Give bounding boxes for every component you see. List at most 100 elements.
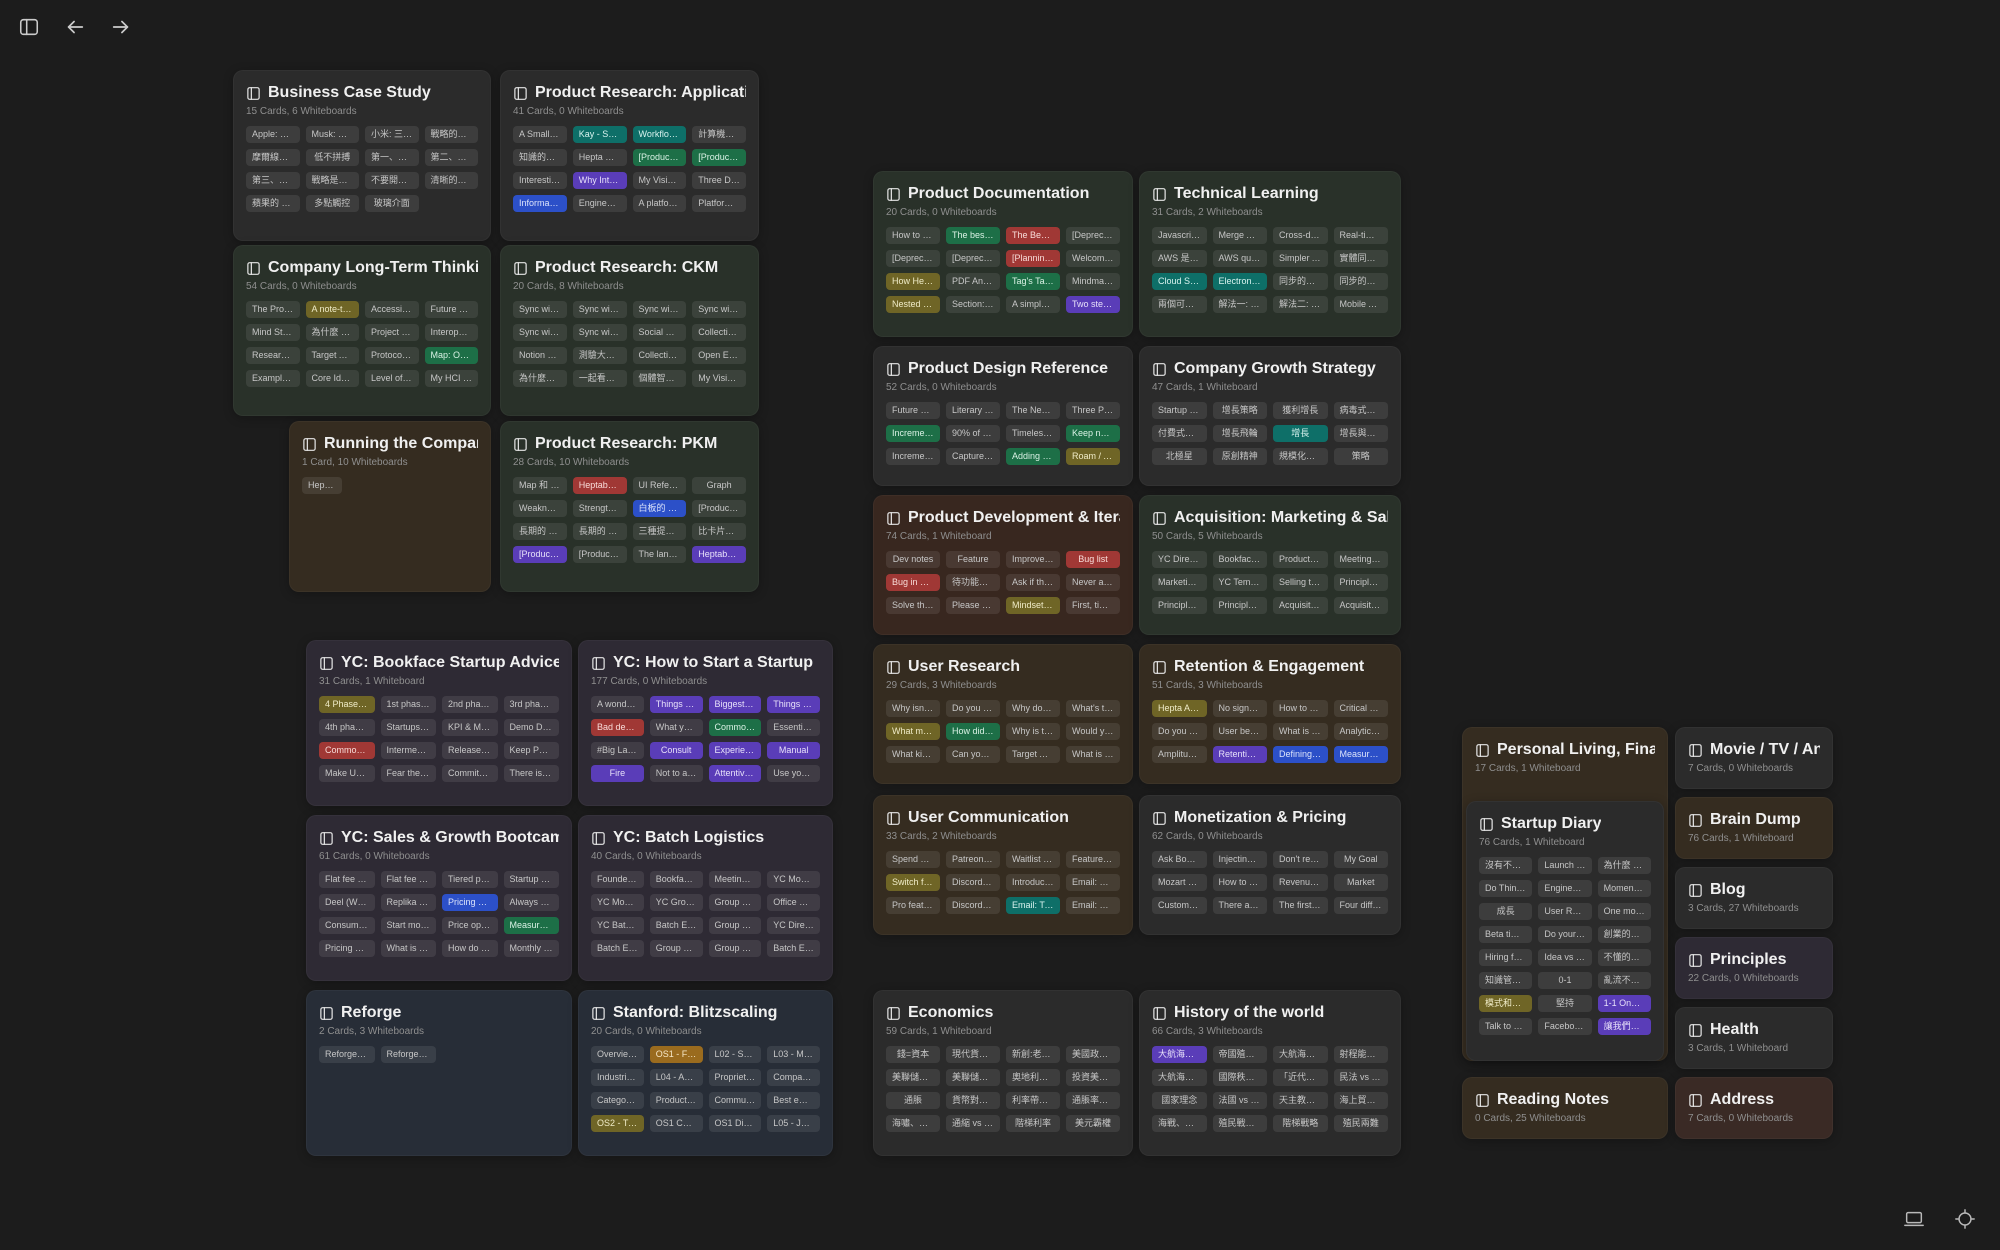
card-chip[interactable]: 知識的本質 — [513, 149, 567, 166]
card-chip[interactable]: 美國政府的... — [1066, 1046, 1120, 1063]
card-chip[interactable]: Idea vs Exe... — [1538, 949, 1591, 966]
card-chip[interactable]: 清晰的戰略 — [425, 172, 479, 189]
card-chip[interactable]: Group Offic... — [709, 894, 762, 911]
card-chip[interactable]: Common Ba... — [709, 719, 762, 736]
card-chip[interactable]: Spend Time... — [886, 851, 940, 868]
card-chip[interactable]: Would you ... — [1066, 723, 1120, 740]
card-chip[interactable]: 蘋果的 Hom... — [246, 195, 300, 212]
card-chip[interactable]: 低不拼搏 — [306, 149, 360, 166]
card-chip[interactable]: Sync with 長... — [633, 301, 687, 318]
card-chip[interactable]: Nested Whit... — [886, 296, 940, 313]
card-chip[interactable]: Mind State ... — [246, 324, 300, 341]
card-chip[interactable]: Amplitude P... — [1152, 746, 1207, 763]
card-chip[interactable]: 第二、適應... — [425, 149, 479, 166]
card-chip[interactable]: Tiered pricing — [442, 871, 498, 888]
card-chip[interactable]: What makes... — [886, 723, 940, 740]
card-chip[interactable]: 大航海時代... — [1273, 1046, 1328, 1063]
card-chip[interactable]: Electron Ap... — [1213, 273, 1268, 290]
card-chip[interactable]: 模式和心態... — [1479, 995, 1532, 1012]
card-chip[interactable]: Fire — [591, 765, 644, 782]
card-chip[interactable]: 戰略的本質... — [425, 126, 479, 143]
card-chip[interactable]: 堅持 — [1538, 995, 1591, 1012]
card-chip[interactable]: 增長 — [1273, 425, 1328, 442]
card-chip[interactable]: 法國 vs 世界... — [1213, 1092, 1268, 1109]
card-chip[interactable]: Principle Tw... — [1334, 574, 1389, 591]
card-chip[interactable]: Meeting wit... — [1334, 551, 1389, 568]
card-chip[interactable]: Tag's Table ... — [1006, 273, 1060, 290]
card-chip[interactable]: 貨幣對實體... — [946, 1092, 1000, 1109]
card-chip[interactable]: Map 和 Whit... — [513, 477, 567, 494]
card-chip[interactable]: 新創:老白... — [1006, 1046, 1060, 1063]
card-chip[interactable]: Merge Algor... — [1213, 227, 1268, 244]
card-chip[interactable]: Office Hours — [767, 894, 820, 911]
card-chip[interactable]: Overview of... — [591, 1046, 644, 1063]
card-chip[interactable]: Bookface La... — [1213, 551, 1268, 568]
group-technical-learning[interactable]: Technical Learning31 Cards, 2 Whiteboard… — [1139, 171, 1401, 337]
card-chip[interactable]: Flat fee only — [381, 871, 437, 888]
card-chip[interactable]: 通脹 — [886, 1092, 940, 1109]
card-chip[interactable]: 測驗大空間... — [573, 347, 627, 364]
card-chip[interactable]: Monthly Ret... — [504, 940, 560, 957]
card-chip[interactable]: Hepta Analy... — [1152, 700, 1207, 717]
card-chip[interactable]: There is Alw... — [504, 765, 560, 782]
card-chip[interactable]: [Deprecated... — [886, 250, 940, 267]
card-chip[interactable]: Group Event... — [650, 940, 703, 957]
card-chip[interactable]: Company p... — [767, 1069, 820, 1086]
card-chip[interactable]: Market — [1334, 874, 1389, 891]
card-chip[interactable]: 解法二: Rea... — [1273, 296, 1328, 313]
card-chip[interactable]: How Heptab... — [886, 273, 940, 290]
card-chip[interactable]: Heptabase ... — [302, 477, 342, 494]
card-chip[interactable]: 1st phase - ... — [381, 696, 437, 713]
card-chip[interactable]: [Product Re... — [692, 149, 746, 166]
card-chip[interactable]: 4th phase -... — [319, 719, 375, 736]
card-chip[interactable]: What is PMF — [381, 940, 437, 957]
card-chip[interactable]: PDF Annota... — [946, 273, 1000, 290]
group-reading-notes[interactable]: Reading Notes0 Cards, 25 Whiteboards — [1462, 1077, 1668, 1139]
group-yc-batch-logistics[interactable]: YC: Batch Logistics40 Cards, 0 Whiteboar… — [578, 815, 833, 981]
card-chip[interactable]: Things that ... — [767, 696, 820, 713]
card-chip[interactable]: The New M... — [1006, 402, 1060, 419]
card-chip[interactable]: Meeting wit... — [709, 871, 762, 888]
card-chip[interactable]: Best employ... — [767, 1092, 820, 1109]
card-chip[interactable]: [Product Re... — [573, 546, 627, 563]
card-chip[interactable]: 多點觸控 — [306, 195, 360, 212]
card-chip[interactable]: The landsca... — [633, 546, 687, 563]
card-chip[interactable]: Product po... — [650, 1092, 703, 1109]
card-chip[interactable]: Cloud Sync — [1152, 273, 1207, 290]
card-chip[interactable]: Things that ... — [650, 696, 703, 713]
card-chip[interactable]: Sync with 長... — [513, 324, 567, 341]
card-chip[interactable]: Mindmap: Et... — [1066, 273, 1120, 290]
devices-icon[interactable] — [1898, 1204, 1930, 1234]
card-chip[interactable]: The best wa... — [946, 227, 1000, 244]
card-chip[interactable]: Engineering ... — [573, 195, 627, 212]
group-monetization-pricing[interactable]: Monetization & Pricing62 Cards, 0 Whiteb… — [1139, 795, 1401, 935]
card-chip[interactable]: Attentivenes... — [709, 765, 762, 782]
card-chip[interactable]: Defining Ret... — [1273, 746, 1328, 763]
card-chip[interactable]: Facebook ... — [1538, 1018, 1591, 1035]
card-chip[interactable]: Email: Canc... — [1066, 874, 1120, 891]
group-economics[interactable]: Economics59 Cards, 1 Whiteboard錢=資本現代貨幣系… — [873, 990, 1133, 1156]
card-chip[interactable]: Startup Prici... — [504, 871, 560, 888]
card-chip[interactable]: Social Note-... — [633, 324, 687, 341]
card-chip[interactable]: Why isn't yo... — [886, 700, 940, 717]
card-chip[interactable]: Cross-devic... — [1273, 227, 1328, 244]
sidebar-toggle-icon[interactable] — [14, 12, 44, 42]
card-chip[interactable]: 海上貿易: ... — [1334, 1092, 1389, 1109]
card-chip[interactable]: 美聯儲的謊... — [886, 1069, 940, 1086]
card-chip[interactable]: One more fe... — [1598, 903, 1651, 920]
card-chip[interactable]: YC Month 1... — [767, 871, 820, 888]
card-chip[interactable]: Biggest Mist... — [709, 696, 762, 713]
card-chip[interactable]: Always exp... — [504, 894, 560, 911]
card-chip[interactable]: Make Users ... — [319, 765, 375, 782]
card-chip[interactable]: Consumer p... — [319, 917, 375, 934]
card-chip[interactable]: Improvement — [1006, 551, 1060, 568]
card-chip[interactable]: Future Proof — [425, 301, 479, 318]
card-chip[interactable]: 為什麼 Map ... — [306, 324, 360, 341]
card-chip[interactable]: Bug in Strip... — [886, 574, 940, 591]
card-chip[interactable]: What is your... — [1066, 746, 1120, 763]
card-chip[interactable]: KPI & Metrics — [442, 719, 498, 736]
card-chip[interactable]: 待功能的項... — [946, 574, 1000, 591]
forward-arrow-icon[interactable] — [106, 12, 136, 42]
card-chip[interactable]: What you sh... — [650, 719, 703, 736]
group-blog[interactable]: Blog3 Cards, 27 Whiteboards — [1675, 867, 1833, 929]
